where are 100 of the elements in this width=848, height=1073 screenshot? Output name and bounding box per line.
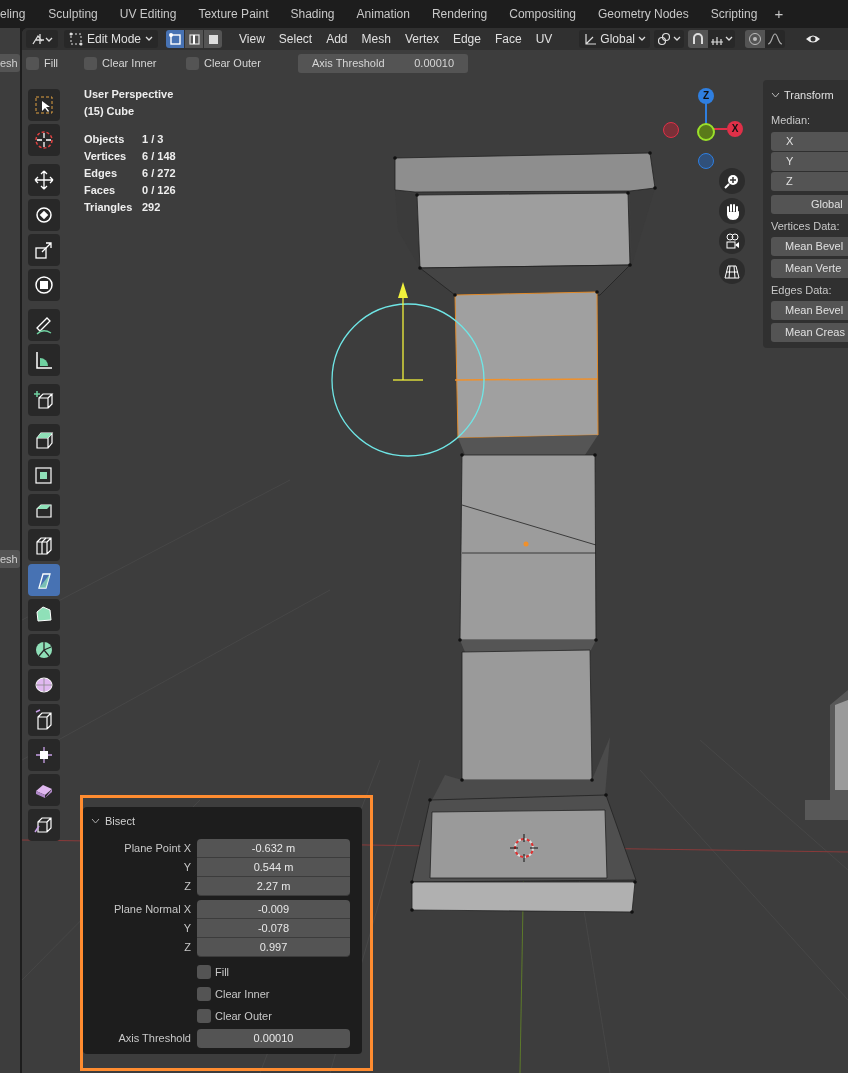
tool-button[interactable] [28,309,60,341]
view-name: User Perspective [84,87,175,102]
camera-view-button[interactable] [719,228,745,254]
tool-button[interactable] [28,599,60,631]
tool-button[interactable] [28,739,60,771]
editor-tab[interactable]: esh [0,550,20,568]
tool-button[interactable] [28,234,60,266]
axis-handle[interactable]: Z [698,88,714,104]
number-field[interactable]: 0.544 m [197,858,350,877]
field-label: Y [182,860,191,876]
workspace-tab[interactable]: UV Editing [110,3,186,25]
tool-button[interactable] [28,124,60,156]
stat-label: Triangles [84,200,134,215]
number-field[interactable]: 2.27 m [197,877,350,896]
menu-item[interactable]: Edge [445,30,488,48]
select-mode-button[interactable] [204,30,223,48]
select-mode-button[interactable] [166,30,185,48]
tool-button[interactable] [28,269,60,301]
tool-button[interactable] [28,669,60,701]
tool-button[interactable] [28,459,60,491]
add-tab-button[interactable]: + [770,2,788,26]
tool-button[interactable] [28,809,60,841]
axis-handle[interactable] [697,123,715,141]
rotate-icon [33,204,55,226]
number-field[interactable]: -0.009 [197,900,350,919]
menu-item[interactable]: Mesh [354,30,398,48]
workspace-tab[interactable]: Sculpting [39,3,107,25]
tool-button[interactable] [28,494,60,526]
editor-type-button[interactable] [26,30,58,48]
loop-cut-icon [33,534,55,556]
zoom-icon [724,172,740,190]
tool-button[interactable] [28,529,60,561]
tool-button[interactable] [28,164,60,196]
number-field[interactable]: 0.997 [197,938,350,957]
tool-button[interactable] [28,704,60,736]
menu-item[interactable]: Select [271,30,320,48]
menu-item[interactable]: Vertex [397,30,446,48]
workspace-tab[interactable]: Geometry Nodes [589,3,698,25]
number-field[interactable]: 0.00010 [197,1028,350,1048]
caret-icon [771,92,780,98]
number-field[interactable]: Z [771,172,848,191]
zoom-button[interactable] [719,168,745,194]
number-field[interactable]: -0.632 m [197,839,350,858]
caret-icon [673,36,681,42]
workspace-tab[interactable]: eling [0,3,36,25]
select-mode-button[interactable] [185,30,204,48]
tool-button[interactable] [28,634,60,666]
projection-button[interactable] [719,258,745,284]
number-field[interactable]: Y [771,152,848,171]
checkbox[interactable]: Clear Inner [197,985,270,1003]
number-field[interactable]: -0.078 [197,919,350,938]
arrow-gizmo[interactable] [392,282,424,381]
tool-button[interactable] [28,199,60,231]
stat-value: 6 / 272 [142,166,176,181]
number-field[interactable]: Mean Bevel [771,237,848,256]
axis-threshold-field[interactable]: Axis Threshold 0.00010 [298,53,468,73]
field-label: Z [183,879,191,895]
axis-line [714,128,727,130]
axis-handle[interactable] [663,122,679,138]
workspace-tab[interactable]: Shading [281,3,344,25]
tool-button[interactable] [28,424,60,456]
space-toggle[interactable]: Global [771,195,848,214]
tool-button[interactable] [28,344,60,376]
axis-handle[interactable]: X [727,121,743,137]
workspace-tab[interactable]: Rendering [422,3,497,25]
checkbox[interactable]: Fill [26,54,78,72]
checkbox[interactable]: Clear Outer [197,1007,272,1025]
checkbox[interactable]: Clear Inner [84,54,180,72]
tool-button[interactable] [28,774,60,806]
axis-handle[interactable] [698,153,714,169]
snap-target-dropdown[interactable] [708,30,735,48]
checkbox[interactable]: Clear Outer [186,54,292,72]
checkbox[interactable]: Fill [197,963,230,981]
pie-icon [33,639,55,661]
workspace-tab[interactable]: Scripting [701,3,767,25]
proportional-edit-toggle[interactable] [745,30,765,48]
tool-button[interactable] [28,384,60,416]
workspace-tab[interactable]: Compositing [500,3,585,25]
pivot-dropdown[interactable] [654,30,684,48]
workspace-tab[interactable]: Texture Paint [189,3,278,25]
menu-item[interactable]: Add [319,30,355,48]
pan-button[interactable] [719,198,745,224]
section-label: Edges Data: [771,283,833,298]
menu-item[interactable]: View [232,30,272,48]
number-field[interactable]: X [771,132,848,151]
falloff-dropdown[interactable] [765,30,785,48]
rotate-gizmo-circle[interactable] [331,303,485,457]
workspace-tab[interactable]: Animation [347,3,419,25]
menu-item[interactable]: UV [528,30,560,48]
editor-tab[interactable]: esh [0,54,20,72]
origin-dot [523,541,529,547]
number-field[interactable]: Mean Bevel [771,301,848,320]
number-field[interactable]: Mean Creas [771,323,848,342]
move-icon [33,169,55,191]
mode-dropdown[interactable]: Edit Mode [64,30,159,48]
snap-toggle[interactable] [688,30,708,48]
orientation-dropdown[interactable]: Global [579,30,650,48]
menu-item[interactable]: Face [487,30,529,48]
tool-button[interactable] [28,89,60,121]
number-field[interactable]: Mean Verte [771,259,848,278]
